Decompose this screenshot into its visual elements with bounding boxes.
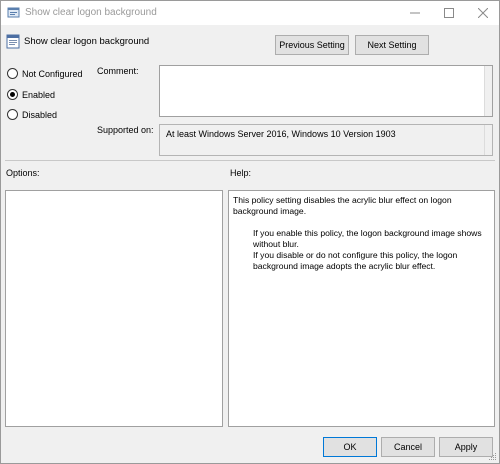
setting-document-icon xyxy=(6,34,20,49)
title-bar[interactable]: Show clear logon background xyxy=(1,1,499,25)
radio-disabled[interactable]: Disabled xyxy=(7,109,57,120)
radio-label: Disabled xyxy=(22,109,58,120)
supported-on-field: At least Windows Server 2016, Windows 10… xyxy=(159,124,493,156)
ok-button[interactable]: OK xyxy=(323,437,377,457)
close-button[interactable] xyxy=(466,1,500,25)
supported-on-label: Supported on: xyxy=(97,125,154,135)
help-panel: This policy setting disables the acrylic… xyxy=(228,190,495,427)
apply-button[interactable]: Apply xyxy=(439,437,493,457)
comment-scrollbar[interactable] xyxy=(484,66,492,116)
maximize-icon xyxy=(444,8,454,18)
supported-on-value: At least Windows Server 2016, Windows 10… xyxy=(166,129,396,139)
radio-enabled[interactable]: Enabled xyxy=(7,89,55,100)
supported-scrollbar[interactable] xyxy=(484,125,492,155)
previous-setting-button[interactable]: Previous Setting xyxy=(275,35,349,55)
minimize-icon xyxy=(410,12,420,14)
cancel-button[interactable]: Cancel xyxy=(381,437,435,457)
help-paragraph: If you disable or do not configure this … xyxy=(253,250,458,271)
radio-label: Enabled xyxy=(22,89,56,100)
close-icon xyxy=(478,8,488,18)
help-paragraph: This policy setting disables the acrylic… xyxy=(233,195,452,216)
help-label: Help: xyxy=(230,168,252,178)
setting-title: Show clear logon background xyxy=(24,36,150,47)
policy-setting-window: Show clear logon background Show clear l… xyxy=(0,0,500,464)
options-label: Options: xyxy=(6,168,40,178)
window-title: Show clear logon background xyxy=(25,7,157,18)
resize-grip-icon[interactable] xyxy=(489,453,497,461)
section-divider xyxy=(5,160,495,161)
help-paragraph: If you enable this policy, the logon bac… xyxy=(253,228,482,249)
radio-label: Not Configured xyxy=(22,68,83,79)
policy-setting-icon xyxy=(7,7,20,18)
comment-field[interactable] xyxy=(159,65,493,117)
next-setting-button[interactable]: Next Setting xyxy=(355,35,429,55)
comment-label: Comment: xyxy=(97,66,139,76)
maximize-button[interactable] xyxy=(432,1,466,25)
options-panel xyxy=(5,190,223,427)
radio-not-configured[interactable]: Not Configured xyxy=(7,68,83,79)
radio-circle[interactable] xyxy=(7,89,18,100)
radio-circle[interactable] xyxy=(7,68,18,79)
minimize-button[interactable] xyxy=(398,1,432,25)
radio-circle[interactable] xyxy=(7,109,18,120)
